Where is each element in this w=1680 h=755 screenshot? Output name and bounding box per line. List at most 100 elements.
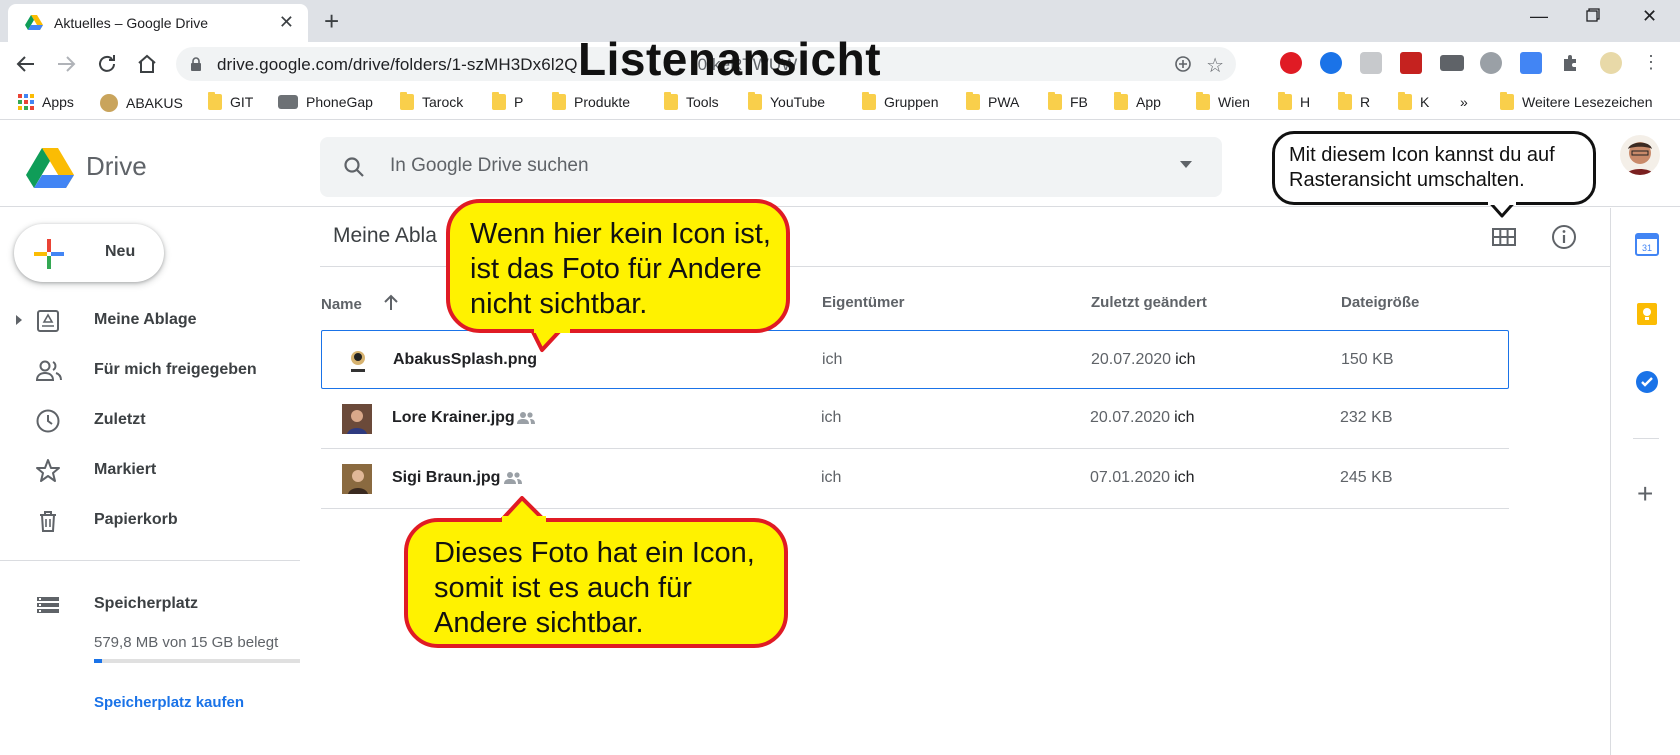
bookmark-tools[interactable]: Tools	[664, 92, 719, 110]
file-modified: 20.07.2020 ich	[1091, 351, 1196, 369]
sidebar-item-recent[interactable]: Zuletzt	[0, 396, 300, 444]
callout-bottom-tail-join	[502, 516, 546, 524]
drive-favicon-icon	[25, 15, 43, 36]
sidebar-item-my-drive[interactable]: Meine Ablage	[0, 296, 300, 344]
translate-extension-icon[interactable]	[1520, 52, 1542, 74]
bookmark-label: FB	[1070, 94, 1088, 110]
bookmark-wien[interactable]: Wien	[1196, 92, 1250, 110]
pdf-extension-icon[interactable]	[1400, 52, 1422, 74]
table-row[interactable]: AbakusSplash.png ich 20.07.2020 ich 150 K…	[321, 330, 1509, 389]
bookmark-fb[interactable]: FB	[1048, 92, 1088, 110]
back-icon[interactable]	[14, 52, 38, 76]
bookmark-label: H	[1300, 94, 1311, 110]
modified-by: ich	[1174, 409, 1195, 426]
column-header-owner[interactable]: Eigentümer	[822, 294, 905, 311]
bookmark-gruppen[interactable]: Gruppen	[862, 92, 938, 110]
bookmark-tarock[interactable]: Tarock	[400, 92, 463, 110]
keep-icon[interactable]	[1635, 302, 1659, 326]
drive-app-name[interactable]: Drive	[86, 151, 147, 182]
sidebar-item-trash[interactable]: Papierkorb	[0, 496, 300, 544]
bookmark-phonegap[interactable]: PhoneGap	[278, 94, 373, 110]
bookmark-label: Wien	[1218, 94, 1250, 110]
bookmark-app[interactable]: App	[1114, 92, 1161, 110]
column-header-name[interactable]: Name	[321, 294, 400, 313]
more-menu-icon[interactable]: ⋮	[1640, 52, 1662, 74]
sidebar-divider	[0, 560, 300, 561]
sidebar-item-label: Speicherplatz	[94, 595, 199, 612]
star-icon	[35, 458, 61, 484]
drive-logo-icon[interactable]	[26, 148, 74, 193]
tab-close-icon[interactable]: ✕	[279, 12, 294, 33]
cube-extension-icon[interactable]	[1360, 52, 1382, 74]
trash-icon	[35, 508, 61, 534]
search-options-dropdown-icon[interactable]	[1180, 161, 1192, 168]
expand-caret-icon[interactable]	[16, 315, 22, 325]
shared-people-icon	[35, 358, 62, 384]
search-input[interactable]	[390, 155, 1090, 177]
browser-avatar[interactable]	[1600, 52, 1622, 74]
screen: Aktuelles – Google Drive ✕ + — ✕ drive.g…	[0, 0, 1680, 755]
file-owner: ich	[821, 469, 842, 486]
sidebar-item-starred[interactable]: Markiert	[0, 446, 300, 494]
sidebar-item-storage[interactable]: Speicherplatz	[0, 580, 300, 628]
install-app-icon[interactable]	[1174, 55, 1192, 78]
account-avatar[interactable]	[1620, 135, 1660, 175]
grey-extension-icon[interactable]	[1480, 52, 1502, 74]
lock-icon	[190, 57, 202, 77]
breadcrumb[interactable]: Meine Abla	[333, 224, 437, 248]
file-thumbnail	[343, 346, 373, 376]
new-button-label: Neu	[105, 243, 136, 260]
new-button[interactable]: Neu	[14, 224, 164, 282]
home-icon[interactable]	[135, 52, 159, 76]
bookmark-h[interactable]: H	[1278, 92, 1311, 110]
bookmark-k[interactable]: K	[1398, 92, 1430, 110]
add-addon-icon[interactable]: +	[1637, 478, 1653, 510]
buy-storage-link[interactable]: Speicherplatz kaufen	[94, 694, 244, 711]
bookmarks-overflow-button[interactable]: »	[1460, 94, 1468, 110]
bookmark-apps[interactable]: Apps	[18, 94, 74, 110]
folder-icon	[208, 92, 222, 110]
storage-icon	[35, 592, 61, 618]
bookmark-label: PWA	[988, 94, 1020, 110]
forward-icon[interactable]	[54, 52, 78, 76]
bookmark-star-icon[interactable]: ☆	[1206, 53, 1224, 78]
puzzle-extensions-icon[interactable]	[1560, 52, 1582, 74]
bookmark-label: Produkte	[574, 94, 631, 110]
callout-line: ist das Foto für Andere	[470, 253, 762, 285]
grid-view-toggle-icon[interactable]	[1490, 223, 1518, 251]
browser-tab[interactable]: Aktuelles – Google Drive ✕	[8, 4, 308, 42]
adblock-extension-icon[interactable]	[1280, 52, 1302, 74]
calendar-icon[interactable]: 31	[1635, 232, 1659, 256]
tasks-icon[interactable]	[1635, 370, 1659, 394]
new-tab-icon[interactable]: +	[324, 6, 339, 37]
drive-search[interactable]	[320, 137, 1222, 197]
bookmark-p[interactable]: P	[492, 92, 523, 110]
drive-sidebar: Neu Meine Ablage Für mich freigegeben Zu…	[0, 208, 300, 755]
maximize-icon[interactable]	[1586, 6, 1600, 27]
bookmark-r[interactable]: R	[1338, 92, 1370, 110]
bookmark-abakus[interactable]: ABAKUS	[100, 94, 183, 112]
column-header-modified[interactable]: Zuletzt geändert	[1091, 294, 1207, 311]
bookmark-youtube[interactable]: YouTube	[748, 92, 825, 110]
cloudhq-extension-icon[interactable]	[1440, 55, 1464, 71]
bookmark-git[interactable]: GIT	[208, 92, 253, 110]
bookmark-label: K	[1420, 94, 1430, 110]
column-header-size[interactable]: Dateigröße	[1341, 294, 1419, 311]
bookmark-pwa[interactable]: PWA	[966, 92, 1020, 110]
folder-icon	[664, 92, 678, 110]
reload-icon[interactable]	[95, 52, 119, 76]
bookmark-other[interactable]: Weitere Lesezeichen	[1500, 92, 1652, 110]
callout-line: Rasteransicht umschalten.	[1289, 169, 1525, 191]
sidebar-item-shared-with-me[interactable]: Für mich freigegeben	[0, 346, 300, 394]
tab-title: Aktuelles – Google Drive	[54, 15, 209, 31]
search-icon[interactable]	[342, 155, 366, 184]
info-icon[interactable]	[1550, 223, 1578, 251]
minimize-icon[interactable]: —	[1530, 6, 1548, 27]
callout-line: nicht sichtbar.	[470, 288, 648, 320]
bookmark-produkte[interactable]: Produkte	[552, 92, 631, 110]
sidebar-item-label: Markiert	[94, 461, 157, 478]
table-row[interactable]: Lore Krainer.jpg ich 20.07.2020 ich 232 K…	[321, 389, 1509, 449]
profile-extension-icon[interactable]	[1320, 52, 1342, 74]
window-close-icon[interactable]: ✕	[1642, 6, 1657, 27]
callout-line: Mit diesem Icon kannst du auf	[1289, 144, 1555, 166]
